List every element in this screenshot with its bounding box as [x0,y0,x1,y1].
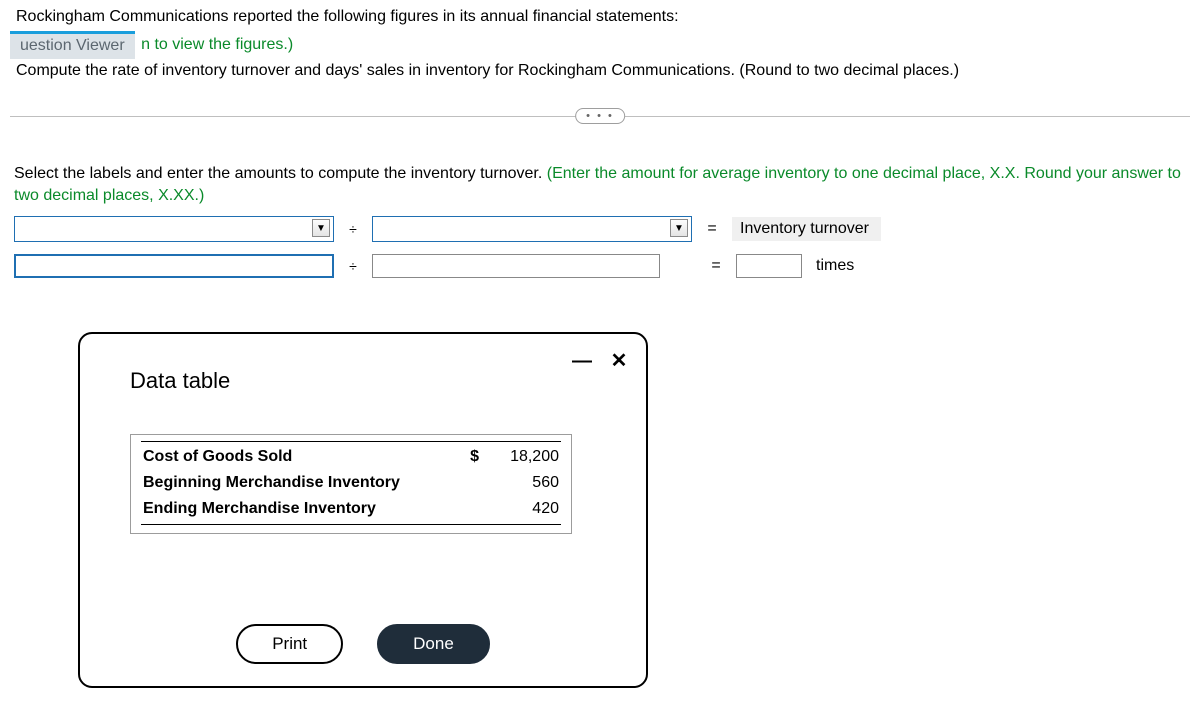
table-row: Ending Merchandise Inventory 420 [141,496,561,525]
intro-line-1: Rockingham Communications reported the f… [16,8,1190,26]
divide-symbol: ÷ [348,221,358,237]
numerator-label-select[interactable] [14,216,334,242]
denominator-input[interactable] [372,254,660,278]
row-label: Beginning Merchandise Inventory [141,470,441,496]
instruction-black: Select the labels and enter the amounts … [14,165,547,182]
result-label: Inventory turnover [732,217,881,241]
denominator-label-select[interactable] [372,216,692,242]
print-button[interactable]: Print [236,624,343,664]
formula-row-labels: ▼ ÷ ▼ = Inventory turnover [14,216,1190,242]
row-value: 18,200 [481,442,561,471]
currency-symbol: $ [441,442,481,471]
expand-ellipsis-button[interactable]: • • • [575,108,625,124]
formula-row-values: ÷ = times [14,254,1190,278]
view-figures-link[interactable]: n to view the figures.) [141,36,293,53]
row-label: Ending Merchandise Inventory [141,496,441,525]
equals-symbol: = [706,220,718,238]
question-viewer-tab[interactable]: uestion Viewer [10,31,135,59]
intro-line-2: uestion Viewer n to view the figures.) [10,30,1190,58]
data-table-popup: — ✕ Data table Cost of Goods Sold $ 18,2… [78,332,648,688]
result-input[interactable] [736,254,802,278]
intro-line-3: Compute the rate of inventory turnover a… [16,62,1190,80]
data-table: Cost of Goods Sold $ 18,200 Beginning Me… [130,434,572,534]
done-button[interactable]: Done [377,624,490,664]
row-value: 420 [481,496,561,525]
minimize-icon[interactable]: — [572,352,590,370]
equals-symbol: = [710,257,722,275]
popup-title: Data table [130,368,646,394]
row-value: 560 [481,470,561,496]
instruction-text: Select the labels and enter the amounts … [14,163,1190,206]
row-label: Cost of Goods Sold [141,442,441,471]
numerator-input[interactable] [14,254,334,278]
table-row: Beginning Merchandise Inventory 560 [141,470,561,496]
divide-symbol: ÷ [348,258,358,274]
unit-label: times [816,257,854,275]
close-icon[interactable]: ✕ [610,352,628,370]
table-row: Cost of Goods Sold $ 18,200 [141,442,561,471]
